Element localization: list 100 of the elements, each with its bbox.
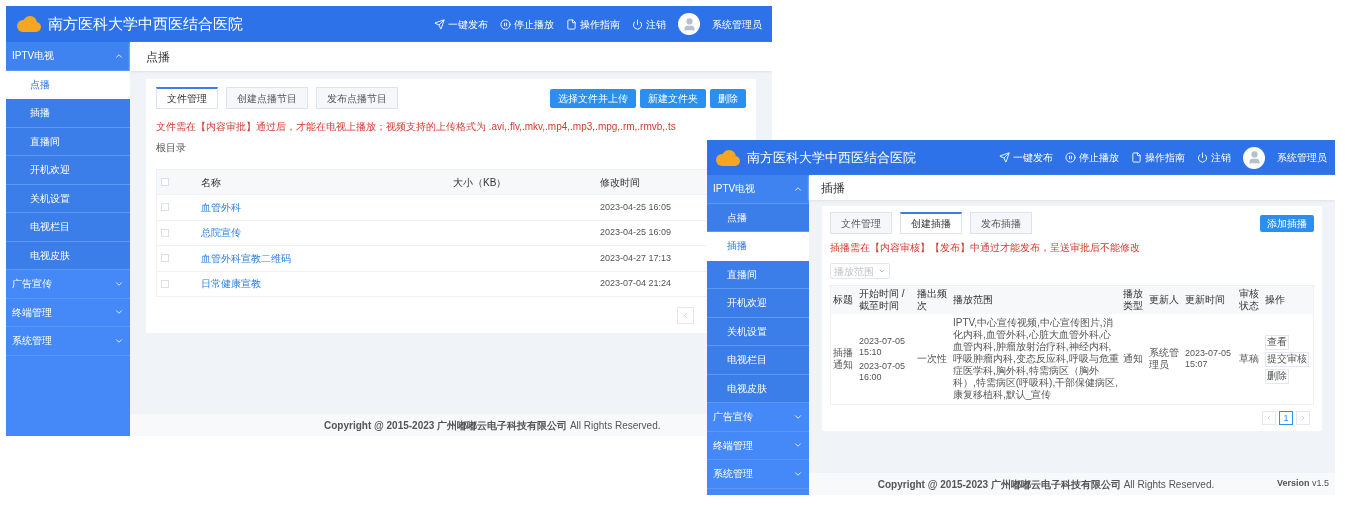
page-button[interactable]: 1 — [1279, 411, 1293, 425]
column-header: 大小（KB） — [453, 175, 508, 190]
checkbox[interactable] — [161, 203, 169, 212]
document-icon — [566, 18, 577, 30]
chevron-down-icon — [878, 267, 886, 275]
column-header: 名称 — [201, 175, 222, 190]
table-cell-text: 一次性 — [917, 353, 948, 365]
column-header: 播出频次 — [917, 287, 948, 313]
sidebar-item[interactable]: 开机欢迎 — [6, 156, 130, 185]
user-name: 系统管理员 — [712, 17, 762, 32]
sidebar-group[interactable]: IPTV电视 — [707, 175, 809, 204]
tab[interactable]: 文件管理 — [830, 212, 892, 234]
column-header: 更新人 — [1149, 293, 1180, 307]
sidebar-item[interactable]: 点播 — [6, 70, 130, 99]
user-icon — [1246, 150, 1262, 165]
tab[interactable]: 发布点播节目 — [316, 87, 398, 109]
table-cell: 2023-04-25 16:05 — [600, 200, 672, 214]
previous-page-button[interactable] — [677, 307, 694, 324]
tab[interactable]: 创建插播 — [900, 212, 962, 234]
cloud-logo-icon — [715, 148, 741, 167]
sidebar-group[interactable]: 终端管理 — [707, 431, 809, 460]
column-header: 修改时间 — [600, 175, 641, 190]
cloud-logo-icon — [16, 15, 42, 33]
tab[interactable]: 发布插播 — [970, 212, 1032, 234]
action-button[interactable]: 删除 — [710, 88, 746, 108]
header-action[interactable]: 一键发布 — [434, 16, 488, 32]
sidebar-group[interactable]: IPTV电视 — [6, 42, 130, 71]
version-text: Version v1.5 — [1276, 477, 1329, 491]
sidebar-group[interactable]: 广告宣传 — [6, 270, 130, 299]
column-header: 更新时间 — [1185, 293, 1226, 307]
header-action[interactable]: 注销 — [632, 16, 666, 32]
sidebar-item[interactable]: 电视皮肤 — [6, 241, 130, 270]
sidebar-group[interactable]: 终端管理 — [6, 298, 130, 327]
column-header: 播放类型 — [1123, 287, 1144, 313]
sidebar-item[interactable]: 关机设置 — [6, 184, 130, 213]
power-icon — [1197, 152, 1208, 163]
previous-page-button[interactable] — [1262, 411, 1276, 425]
sidebar-item[interactable]: 直播间 — [707, 260, 809, 289]
sidebar-group[interactable]: 广告宣传 — [707, 403, 809, 432]
avatar[interactable] — [678, 13, 700, 35]
checkbox[interactable] — [161, 178, 169, 186]
checkbox[interactable] — [161, 279, 169, 288]
action-button[interactable]: 选择文件并上传 — [550, 88, 636, 108]
folder-link[interactable]: 总院宣传 — [201, 225, 453, 241]
sidebar-item[interactable]: 直播间 — [6, 127, 130, 156]
sidebar-item[interactable]: 电视栏目 — [707, 346, 809, 375]
column-header: 操作 — [1265, 293, 1286, 307]
table-cell-text: 插播通知 — [833, 347, 854, 371]
table-cell-text: 2023-04-25 16:09 — [600, 226, 672, 239]
sidebar-item[interactable]: 开机欢迎 — [707, 289, 809, 318]
action-button[interactable]: 新建文件夹 — [640, 88, 706, 108]
table-cell-text: 系统管理员 — [1149, 347, 1180, 371]
folder-link[interactable]: 血管外科 — [201, 199, 453, 215]
sidebar-item[interactable]: 关机设置 — [707, 317, 809, 346]
table-cell: 2023-04-27 17:13 — [600, 251, 672, 265]
header-action[interactable]: 停止播放 — [500, 16, 554, 32]
chevron-right-icon — [1299, 414, 1307, 422]
folder-link[interactable]: 日常健康宣教 — [201, 276, 453, 292]
row-action-button[interactable]: 删除 — [1265, 368, 1289, 384]
tab[interactable]: 文件管理 — [156, 87, 218, 109]
header-action[interactable]: 停止播放 — [1065, 150, 1119, 165]
sidebar-item[interactable]: 插播 — [707, 232, 809, 261]
header-action[interactable]: 一键发布 — [999, 150, 1053, 165]
copyright-text: Copyright @ 2015-2023 广州嘟嘟云电子科技有限公司 All Rights Reserved. — [324, 418, 661, 433]
hospital-name: 南方医科大学中西医结合医院 — [48, 13, 243, 34]
user-name: 系统管理员 — [1277, 151, 1327, 165]
sidebar-group[interactable]: 系统管理 — [6, 327, 130, 356]
sidebar-item[interactable]: 电视栏目 — [6, 213, 130, 242]
header-action[interactable]: 操作指南 — [566, 16, 620, 32]
notice-text: 插播需在【内容审核】【发布】中通过才能发布，呈送审批后不能修改 — [830, 241, 1141, 255]
next-page-button[interactable] — [1296, 411, 1310, 425]
pause-icon — [500, 18, 511, 30]
checkbox[interactable] — [161, 228, 169, 237]
row-action-button[interactable]: 提交审核 — [1265, 351, 1309, 367]
sidebar-item[interactable]: 电视皮肤 — [707, 374, 809, 403]
table-cell-text: IPTV,中心宣传视频,中心宣传图片,消化内科,血管外科,心脏大血管外科,心血管内科,肿瘤放射治疗科,神经内科,呼吸肿瘤内科,变态反应科,呼吸与危重症医学科,胸外科,特需病区（胸外科）,特需病区(呼吸科),干部保健病区,康复移植科,默认_宣传 — [953, 317, 1120, 401]
send-icon — [999, 152, 1010, 163]
hospital-name: 南方医科大学中西医结合医院 — [747, 148, 916, 167]
sidebar-item[interactable]: 插播 — [6, 99, 130, 128]
page-title: 插播 — [821, 179, 845, 197]
column-header: 开始时间 / 截至时间 — [859, 287, 906, 313]
header-action[interactable]: 操作指南 — [1131, 150, 1185, 165]
tab[interactable]: 创建点播节目 — [226, 87, 308, 109]
column-header: 播放范围 — [953, 293, 994, 307]
checkbox[interactable] — [161, 254, 169, 263]
row-action-button[interactable]: 查看 — [1265, 334, 1289, 350]
header-action[interactable]: 注销 — [1197, 150, 1231, 165]
sidebar-item[interactable]: 点播 — [707, 203, 809, 232]
add-button[interactable]: 添加插播 — [1260, 214, 1314, 232]
notice-text: 文件需在【内容审批】通过后，才能在电视上播放；视频支持的上传格式为 .avi,.flv,.mkv,.mp4,.mp3,.mpg,.rm,.rmvb,.ts — [156, 120, 677, 134]
page-title: 点播 — [146, 48, 170, 66]
table-cell-text: 2023-07-04 21:24 — [600, 277, 672, 290]
copyright-text: Copyright @ 2015-2023 广州嘟嘟云电子科技有限公司 All Rights Reserved. — [877, 477, 1215, 492]
table-cell-text: 2023-07-05 15:07 — [1185, 348, 1233, 370]
avatar[interactable] — [1243, 146, 1265, 169]
table-cell-text: 草稿 — [1239, 353, 1260, 365]
table-cell-text: 2023-07-05 16:00 — [859, 360, 907, 383]
folder-link[interactable]: 血管外科宣教二维码 — [201, 250, 453, 266]
table-cell-text: 2023-07-05 15:10 — [859, 335, 907, 358]
document-icon — [1131, 152, 1142, 163]
